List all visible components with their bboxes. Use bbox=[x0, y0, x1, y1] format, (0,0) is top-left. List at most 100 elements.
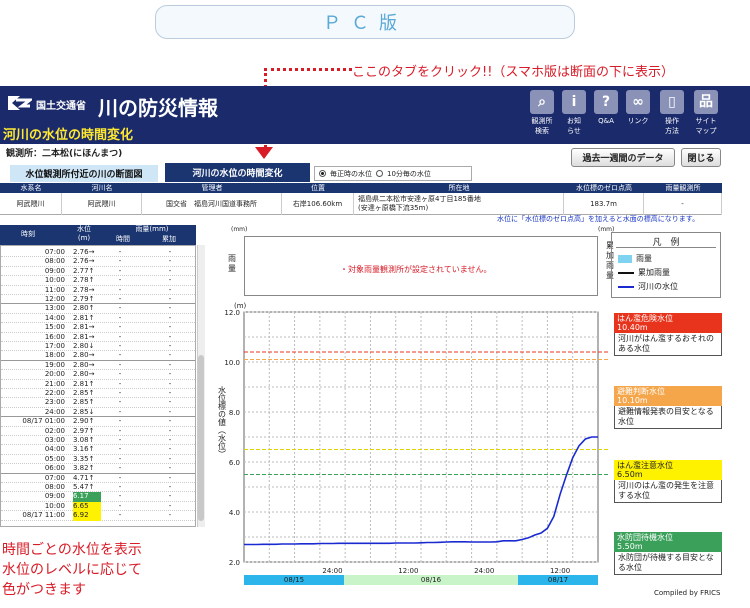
row-time: 20:00 bbox=[44, 370, 65, 379]
row-time: 02:00 bbox=[44, 426, 65, 435]
tab-time-change[interactable]: 河川の水位の時間変化 bbox=[165, 163, 310, 182]
list-item: 04:00 3.16↑ - - bbox=[1, 445, 195, 455]
nav-question[interactable]: ? Q&A bbox=[591, 90, 621, 126]
row-level: 3.16↑ bbox=[73, 445, 95, 454]
row-level: 2.79↑ bbox=[73, 295, 95, 303]
row-time: 16:00 bbox=[44, 332, 65, 341]
list-header-cumulative: 累加 bbox=[162, 235, 176, 243]
question-icon: ? bbox=[594, 90, 618, 114]
info-value-cell: 国交省 福島河川国道事務所 bbox=[142, 193, 282, 215]
threshold-name: 避難判断水位 bbox=[617, 387, 665, 396]
row-rain-hourly: - bbox=[118, 473, 122, 482]
water-level-chart: 2.0 4.0 6.0 8.0 10.0 12.0 24:00 12:00 24:00 12:00… bbox=[218, 302, 610, 575]
row-rain-hourly: - bbox=[118, 511, 122, 520]
list-header: 時刻 水位 (m) 雨量(mm) 時間 累加 bbox=[0, 225, 196, 245]
x-tick-label: 24:00 bbox=[474, 567, 494, 575]
list-item: 19:00 2.80→ - - bbox=[1, 360, 195, 371]
row-rain-cumulative: - bbox=[168, 454, 172, 463]
list-item: 11:00 2.78→ - - bbox=[1, 285, 195, 295]
legend-label: 雨量 bbox=[636, 254, 652, 263]
legend-divider bbox=[616, 247, 716, 248]
hint-dotted-line bbox=[264, 68, 352, 71]
row-time: 05:00 bbox=[44, 454, 65, 463]
row-rain-cumulative: - bbox=[168, 285, 172, 294]
row-time: 18:00 bbox=[44, 351, 65, 360]
legend-line-swatch bbox=[618, 271, 634, 274]
legend-swatch-rain bbox=[618, 254, 632, 263]
row-rain-hourly: - bbox=[118, 342, 122, 350]
row-level: 2.76→ bbox=[73, 248, 95, 256]
row-time: 19:00 bbox=[44, 360, 65, 369]
radio-ten-min-label: 10分毎の水位 bbox=[387, 169, 431, 178]
threshold-box: 水防団待機水位 5.50m 水防団が待機する目安となる水位 bbox=[614, 532, 722, 575]
row-level: 2.90↑ bbox=[73, 417, 95, 426]
list-item: 14:00 2.81↑ - - bbox=[1, 313, 195, 324]
nav-sitemap[interactable]: 品サイト マップ bbox=[691, 90, 721, 136]
row-time: 12:00 bbox=[44, 295, 65, 303]
radio-ten-min[interactable] bbox=[376, 170, 383, 177]
info-value-cell: 阿武隈川 bbox=[62, 193, 142, 215]
y-tick-label: 12.0 bbox=[224, 309, 240, 317]
row-rain-cumulative: - bbox=[168, 332, 172, 341]
row-level: 2.81↑ bbox=[73, 379, 95, 388]
row-rain-cumulative: - bbox=[168, 511, 172, 520]
list-item: 02:00 2.97↑ - - bbox=[1, 426, 195, 436]
nav-info[interactable]: i お知 らせ bbox=[559, 90, 589, 136]
nav-label: 操作 方法 bbox=[665, 117, 679, 135]
info-header-cell: 位置 bbox=[311, 184, 325, 192]
row-rain-hourly: - bbox=[118, 436, 122, 444]
row-rain-hourly: - bbox=[118, 407, 122, 416]
nav-mouse[interactable]: ▯ 操作 方法 bbox=[657, 90, 687, 136]
row-level: 2.81→ bbox=[73, 332, 95, 341]
list-item: 08:00 2.76→ - - bbox=[1, 257, 195, 267]
y-tick-label: 8.0 bbox=[229, 409, 240, 417]
list-header-level: 水位 (m) bbox=[77, 225, 91, 242]
row-rain-hourly: - bbox=[118, 313, 122, 322]
row-level: 2.80↑ bbox=[73, 304, 95, 313]
row-time: 10:00 bbox=[44, 501, 65, 510]
close-button[interactable]: 閉じる bbox=[681, 148, 721, 167]
row-rain-cumulative: - bbox=[168, 323, 172, 332]
row-level: 3.08↑ bbox=[73, 436, 95, 444]
site-brand[interactable]: 川の防災情報 bbox=[98, 92, 218, 121]
row-level: 2.80↓ bbox=[73, 342, 95, 350]
row-rain-hourly: - bbox=[118, 295, 122, 303]
row-rain-cumulative: - bbox=[168, 417, 172, 426]
row-rain-hourly: - bbox=[118, 379, 122, 388]
threshold-value: 6.50m bbox=[617, 470, 643, 479]
list-item: 06:00 3.82↑ - - bbox=[1, 464, 195, 474]
list-item: 09:00 6.17 - - bbox=[1, 492, 195, 502]
past-week-button[interactable]: 過去一週間のデータ bbox=[571, 148, 675, 167]
nav-search[interactable]: ⌕ 観測所 検索 bbox=[527, 90, 557, 136]
threshold-band: はん濫注意水位 6.50m bbox=[614, 460, 722, 480]
row-level: 2.85↑ bbox=[73, 389, 95, 397]
list-item: 08/17 11:00 6.92 - - bbox=[1, 511, 195, 521]
legend-item: 河川の水位 bbox=[618, 281, 678, 292]
threshold-name: 水防団待機水位 bbox=[617, 533, 673, 542]
row-time: 04:00 bbox=[44, 445, 65, 454]
legend-label: 河川の水位 bbox=[638, 282, 678, 291]
threshold-band: 水防団待機水位 5.50m bbox=[614, 532, 722, 552]
y-tick-label: 10.0 bbox=[224, 359, 240, 367]
threshold-name: はん濫危険水位 bbox=[617, 314, 673, 323]
row-rain-hourly: - bbox=[118, 332, 122, 341]
row-rain-hourly: - bbox=[118, 257, 122, 266]
rain-unit-left: (mm) bbox=[231, 226, 248, 233]
scrollbar-thumb[interactable] bbox=[198, 355, 204, 521]
row-time: 07:00 bbox=[44, 248, 65, 256]
legend-line-swatch bbox=[618, 285, 634, 288]
radio-hourly[interactable] bbox=[319, 170, 326, 177]
water-level-list[interactable]: 07:00 2.76→ - -08:00 2.76→ - -09:00 2.77↑ - -10:0… bbox=[0, 245, 196, 527]
threshold-value: 10.10m bbox=[617, 396, 648, 405]
tab-cross-section[interactable]: 水位観測所付近の川の断面図 bbox=[10, 165, 158, 182]
list-item: 17:00 2.80↓ - - bbox=[1, 342, 195, 352]
list-item: 16:00 2.81→ - - bbox=[1, 332, 195, 342]
page-title: 河川の水位の時間変化 bbox=[3, 128, 134, 143]
zero-point-note: 水位に「水位標のゼロ点高」を加えると水面の標高になります。 bbox=[497, 215, 700, 223]
row-rain-hourly: - bbox=[118, 389, 122, 397]
list-header-hourly: 時間 bbox=[116, 235, 130, 243]
row-rain-cumulative: - bbox=[168, 257, 172, 266]
row-rain-hourly: - bbox=[118, 248, 122, 256]
threshold-value: 5.50m bbox=[617, 542, 643, 551]
nav-link[interactable]: ∞ リンク bbox=[623, 90, 653, 126]
